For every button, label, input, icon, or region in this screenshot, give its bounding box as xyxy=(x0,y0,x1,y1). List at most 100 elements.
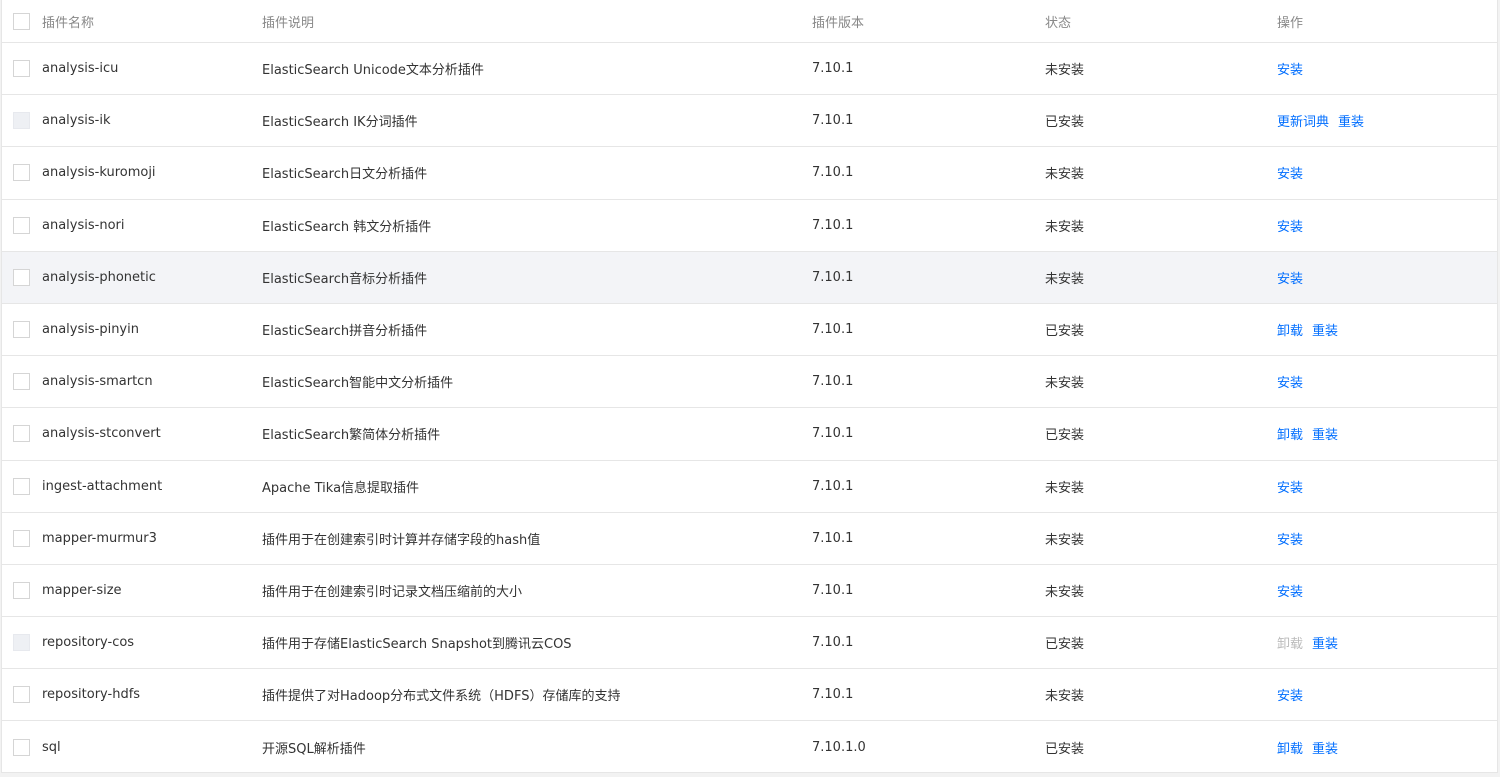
plugin-name: repository-hdfs xyxy=(42,687,141,703)
operations-cell: 更新词典 重装 xyxy=(1277,111,1497,130)
reinstall-link[interactable]: 重装 xyxy=(1312,428,1338,443)
operations-cell: 卸载 重装 xyxy=(1277,320,1497,339)
row-checkbox[interactable] xyxy=(13,60,30,78)
plugin-version: 7.10.1 xyxy=(812,217,854,233)
plugin-description: ElasticSearch繁简体分析插件 xyxy=(262,428,441,444)
plugin-version: 7.10.1 xyxy=(812,374,854,390)
row-checkbox[interactable] xyxy=(13,164,30,182)
row-checkbox[interactable] xyxy=(13,739,30,757)
reinstall-link[interactable]: 重装 xyxy=(1312,742,1338,757)
operations-cell: 卸载 重装 xyxy=(1277,738,1497,757)
operations-cell: 卸载 重装 xyxy=(1277,424,1497,443)
row-checkbox[interactable] xyxy=(13,477,30,495)
row-checkbox-cell xyxy=(2,634,42,652)
plugin-description: ElasticSearch 韩文分析插件 xyxy=(262,219,432,235)
plugin-status: 已安装 xyxy=(1045,115,1085,131)
plugin-description: ElasticSearch拼音分析插件 xyxy=(262,324,428,340)
row-checkbox[interactable] xyxy=(13,321,30,339)
reinstall-link[interactable]: 重装 xyxy=(1338,115,1364,130)
header-status: 状态 xyxy=(1045,15,1072,31)
select-all-checkbox[interactable] xyxy=(13,12,30,30)
row-checkbox-cell xyxy=(2,216,42,234)
table-row: analysis-nori ElasticSearch 韩文分析插件 7.10.1 未… xyxy=(2,200,1497,252)
update-dictionary-link[interactable]: 更新词典 xyxy=(1277,115,1329,130)
operations-cell: 安装 xyxy=(1277,581,1497,600)
row-checkbox[interactable] xyxy=(13,529,30,547)
install-link[interactable]: 安装 xyxy=(1277,167,1303,182)
table-header: 插件名称 插件说明 插件版本 状态 操作 xyxy=(2,0,1497,43)
install-link[interactable]: 安装 xyxy=(1277,585,1303,600)
plugin-description: ElasticSearch日文分析插件 xyxy=(262,167,428,183)
row-checkbox-cell xyxy=(2,529,42,547)
plugin-description: 插件提供了对Hadoop分布式文件系统（HDFS）存储库的支持 xyxy=(262,689,621,705)
row-checkbox-cell xyxy=(2,581,42,599)
row-checkbox-cell xyxy=(2,321,42,339)
plugin-status: 未安装 xyxy=(1045,167,1085,183)
plugin-version: 7.10.1 xyxy=(812,165,854,181)
table-row: repository-hdfs 插件提供了对Hadoop分布式文件系统（HDFS）… xyxy=(2,669,1497,722)
plugin-status: 未安装 xyxy=(1045,63,1085,79)
plugin-status: 未安装 xyxy=(1045,271,1085,287)
uninstall-link[interactable]: 卸载 xyxy=(1277,324,1303,339)
row-checkbox xyxy=(13,634,30,652)
plugin-version: 7.10.1 xyxy=(812,113,854,129)
header-plugin-description: 插件说明 xyxy=(262,15,315,31)
row-checkbox[interactable] xyxy=(13,268,30,286)
plugin-name: analysis-icu xyxy=(42,61,119,77)
plugin-description: ElasticSearch IK分词插件 xyxy=(262,115,418,131)
plugin-status: 已安装 xyxy=(1045,637,1085,653)
install-link[interactable]: 安装 xyxy=(1277,220,1303,235)
row-checkbox-cell xyxy=(2,686,42,704)
table-row: analysis-ik ElasticSearch IK分词插件 7.10.1 已安装… xyxy=(2,95,1497,148)
plugin-name: analysis-phonetic xyxy=(42,269,156,285)
plugin-name: analysis-smartcn xyxy=(42,374,153,390)
install-link[interactable]: 安装 xyxy=(1277,481,1303,496)
plugin-version: 7.10.1 xyxy=(812,530,854,546)
plugin-name: analysis-stconvert xyxy=(42,426,161,442)
plugin-version: 7.10.1 xyxy=(812,426,854,442)
header-operations: 操作 xyxy=(1277,15,1304,31)
plugin-version: 7.10.1 xyxy=(812,635,854,651)
install-link[interactable]: 安装 xyxy=(1277,272,1303,287)
plugin-name: sql xyxy=(42,740,61,756)
table-row: mapper-size 插件用于在创建索引时记录文档压缩前的大小 7.10.1 未安装… xyxy=(2,565,1497,618)
plugin-version: 7.10.1 xyxy=(812,269,854,285)
reinstall-link[interactable]: 重装 xyxy=(1312,637,1338,652)
row-checkbox[interactable] xyxy=(13,686,30,704)
operations-cell: 安装 xyxy=(1277,529,1497,548)
table-row: repository-cos 插件用于存储ElasticSearch Snapsh… xyxy=(2,617,1497,670)
row-checkbox-cell xyxy=(2,60,42,78)
install-link[interactable]: 安装 xyxy=(1277,63,1303,78)
install-link[interactable]: 安装 xyxy=(1277,376,1303,391)
row-checkbox-cell xyxy=(2,268,42,286)
uninstall-link[interactable]: 卸载 xyxy=(1277,428,1303,443)
install-link[interactable]: 安装 xyxy=(1277,689,1303,704)
table-row: analysis-icu ElasticSearch Unicode文本分析插件 7… xyxy=(2,43,1497,96)
table-row: analysis-stconvert ElasticSearch繁简体分析插件 7.… xyxy=(2,408,1497,461)
row-checkbox-cell xyxy=(2,373,42,391)
operations-cell: 安装 xyxy=(1277,59,1497,78)
plugin-version: 7.10.1.0 xyxy=(812,740,866,756)
operations-cell: 安装 xyxy=(1277,163,1497,182)
uninstall-link[interactable]: 卸载 xyxy=(1277,742,1303,757)
plugin-description: 开源SQL解析插件 xyxy=(262,742,366,758)
install-link[interactable]: 安装 xyxy=(1277,533,1303,548)
operations-cell: 卸载 重装 xyxy=(1277,633,1497,652)
reinstall-link[interactable]: 重装 xyxy=(1312,324,1338,339)
row-checkbox[interactable] xyxy=(13,373,30,391)
plugin-status: 已安装 xyxy=(1045,428,1085,444)
plugin-name: mapper-murmur3 xyxy=(42,530,157,546)
row-checkbox[interactable] xyxy=(13,581,30,599)
select-all-cell xyxy=(2,12,42,30)
plugin-status: 未安装 xyxy=(1045,532,1085,548)
row-checkbox-cell xyxy=(2,164,42,182)
plugin-name: mapper-size xyxy=(42,582,122,598)
plugin-description: ElasticSearch Unicode文本分析插件 xyxy=(262,63,484,79)
row-checkbox[interactable] xyxy=(13,425,30,443)
row-checkbox[interactable] xyxy=(13,216,30,234)
plugin-status: 未安装 xyxy=(1045,480,1085,496)
table-row: analysis-smartcn ElasticSearch智能中文分析插件 7.1… xyxy=(2,356,1497,409)
table-row: analysis-kuromoji ElasticSearch日文分析插件 7.10… xyxy=(2,147,1497,200)
operations-cell: 安装 xyxy=(1277,268,1497,287)
plugin-version: 7.10.1 xyxy=(812,582,854,598)
